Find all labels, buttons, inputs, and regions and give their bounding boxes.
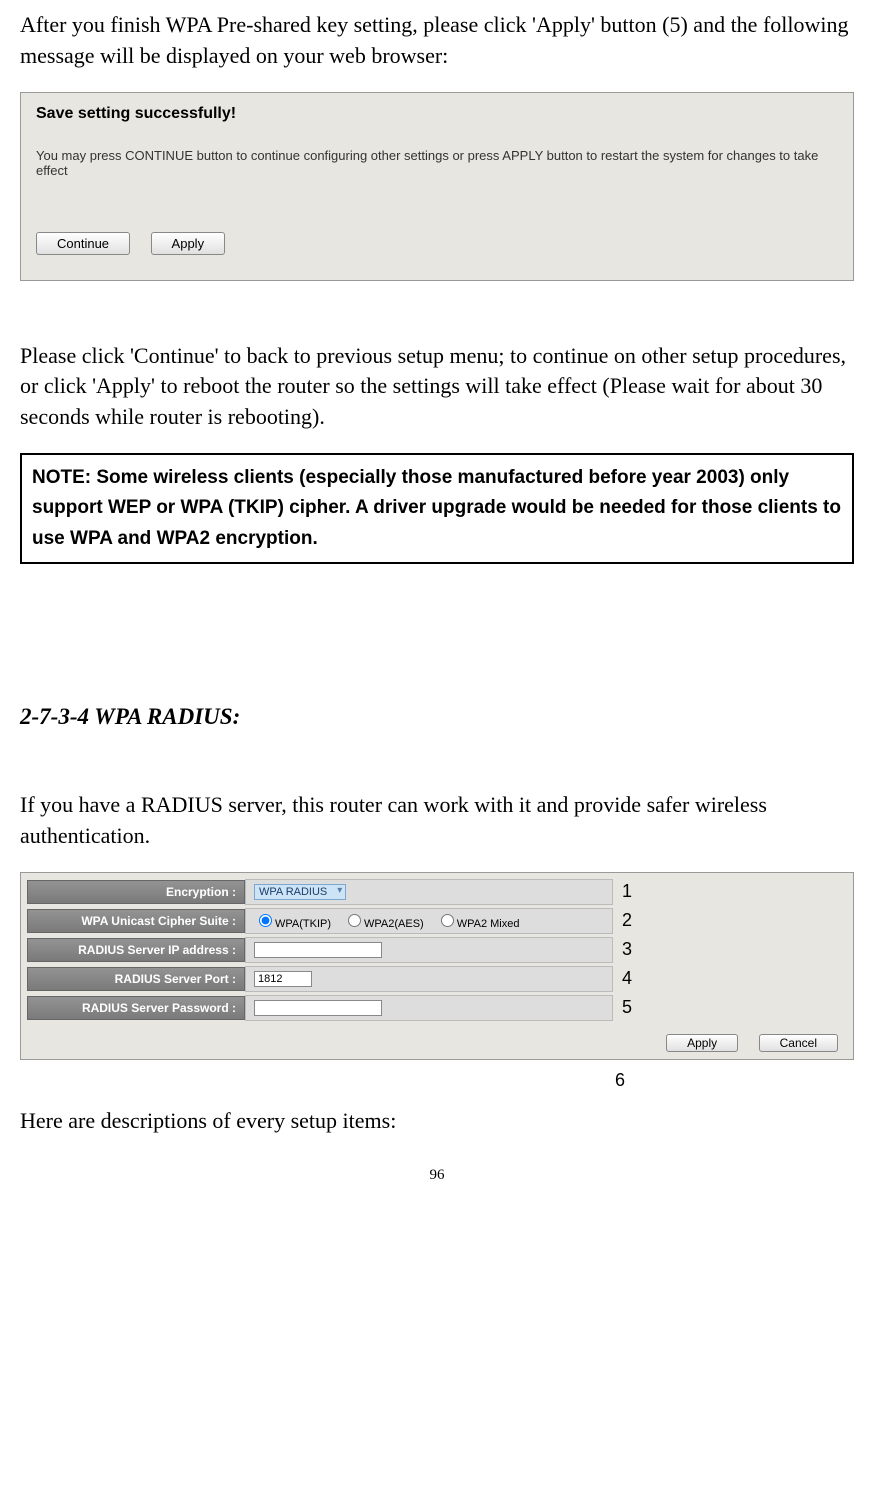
encryption-label: Encryption :: [27, 880, 245, 904]
save-screenshot: Save setting successfully! You may press…: [20, 92, 854, 281]
continue-button[interactable]: Continue: [36, 232, 130, 255]
radius-ip-label: RADIUS Server IP address :: [27, 938, 245, 962]
section-heading: 2-7-3-4 WPA RADIUS:: [20, 704, 854, 730]
encryption-select[interactable]: WPA RADIUS: [254, 884, 346, 900]
cipher-radio-tkip[interactable]: WPA(TKIP): [254, 911, 331, 930]
continue-paragraph: Please click 'Continue' to back to previ…: [20, 341, 854, 433]
row-number-2: 2: [622, 910, 632, 931]
descriptions-paragraph: Here are descriptions of every setup ite…: [20, 1106, 854, 1137]
intro-paragraph: After you finish WPA Pre-shared key sett…: [20, 10, 854, 72]
radius-port-label: RADIUS Server Port :: [27, 967, 245, 991]
row-number-6: 6: [615, 1070, 854, 1091]
row-number-3: 3: [622, 939, 632, 960]
row-number-1: 1: [622, 881, 632, 902]
form-apply-button[interactable]: Apply: [666, 1034, 738, 1052]
radius-port-input[interactable]: [254, 971, 312, 987]
form-cancel-button[interactable]: Cancel: [759, 1034, 838, 1052]
radius-password-label: RADIUS Server Password :: [27, 996, 245, 1020]
cipher-radio-aes[interactable]: WPA2(AES): [343, 911, 424, 930]
radius-ip-input[interactable]: [254, 942, 382, 958]
save-message: You may press CONTINUE button to continu…: [36, 148, 838, 178]
note-box: NOTE: Some wireless clients (especially …: [20, 453, 854, 564]
radius-password-input[interactable]: [254, 1000, 382, 1016]
row-number-4: 4: [622, 968, 632, 989]
radius-paragraph: If you have a RADIUS server, this router…: [20, 790, 854, 852]
cipher-radio-mixed[interactable]: WPA2 Mixed: [436, 911, 520, 930]
row-number-5: 5: [622, 997, 632, 1018]
cipher-label: WPA Unicast Cipher Suite :: [27, 909, 245, 933]
cipher-radio-group: WPA(TKIP) WPA2(AES) WPA2 Mixed: [245, 908, 613, 934]
radius-form-screenshot: Encryption : WPA RADIUS 1 WPA Unicast Ci…: [20, 872, 854, 1060]
page-number: 96: [20, 1167, 854, 1184]
save-title: Save setting successfully!: [36, 105, 838, 123]
apply-button[interactable]: Apply: [151, 232, 226, 255]
